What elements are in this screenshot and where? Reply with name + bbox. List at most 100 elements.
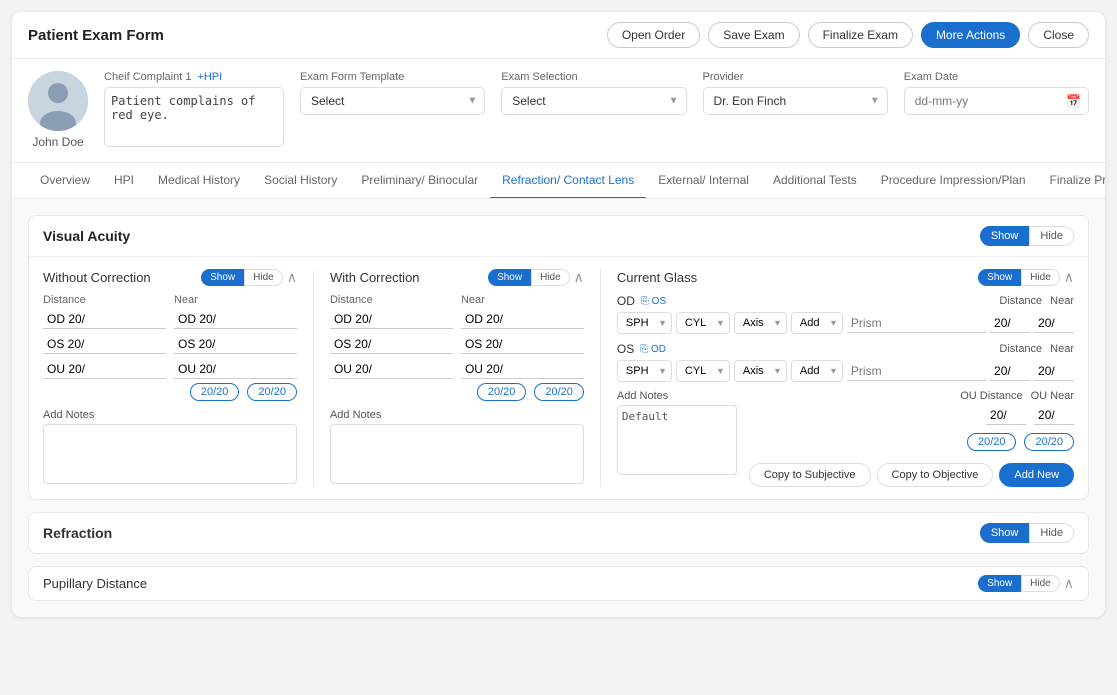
cg-os-near-label: Near	[1050, 343, 1074, 355]
cg-os-near-input[interactable]	[1034, 362, 1074, 381]
od-distance-input[interactable]	[43, 310, 166, 329]
visual-acuity-title: Visual Acuity	[43, 228, 130, 244]
distance-col-label: Distance	[43, 294, 166, 306]
visual-acuity-section: Visual Acuity Show Hide Without Correcti…	[28, 215, 1089, 500]
wc-od-near-input[interactable]	[461, 310, 584, 329]
with-correction-hide-btn[interactable]: Hide	[531, 269, 570, 286]
form-fields: Exam Form Template Select ▼ Exam Selecti…	[300, 71, 1089, 115]
cg-add-notes-label: Add Notes	[617, 390, 737, 402]
tab-social-history[interactable]: Social History	[252, 163, 349, 199]
cg-od-sph-wrapper: SPH ▼	[617, 312, 672, 334]
wc-ou-near-input[interactable]	[461, 360, 584, 379]
complaint-textarea[interactable]: Patient complains of red eye.	[104, 87, 284, 147]
cg-od-cyl-select[interactable]: CYL	[676, 312, 730, 334]
ou-near-input[interactable]	[174, 360, 297, 379]
os-distance-input[interactable]	[43, 335, 166, 354]
cg-ou-near-label: OU Near	[1031, 390, 1074, 402]
visual-acuity-show-btn[interactable]: Show	[980, 226, 1030, 246]
more-actions-button[interactable]: More Actions	[921, 22, 1020, 48]
refraction-hide-btn[interactable]: Hide	[1029, 523, 1074, 543]
refraction-show-btn[interactable]: Show	[980, 523, 1030, 543]
hpi-link[interactable]: +HPI	[197, 71, 222, 83]
cg-collapse-btn[interactable]: ∧	[1064, 269, 1074, 286]
wc-os-near-input[interactable]	[461, 335, 584, 354]
cg-os-distance-input[interactable]	[990, 362, 1030, 381]
wc-ou-distance-input[interactable]	[330, 360, 453, 379]
cg-od-distance-input[interactable]	[990, 314, 1030, 333]
complaint-box: Cheif Complaint 1 +HPI Patient complains…	[104, 71, 284, 150]
cg-od-near-input[interactable]	[1034, 314, 1074, 333]
tab-additional-tests[interactable]: Additional Tests	[761, 163, 869, 199]
open-order-button[interactable]: Open Order	[607, 22, 700, 48]
copy-os-btn[interactable]: ⎘ OD	[640, 344, 666, 355]
tab-overview[interactable]: Overview	[28, 163, 102, 199]
finalize-exam-button[interactable]: Finalize Exam	[808, 22, 913, 48]
tab-hpi[interactable]: HPI	[102, 163, 146, 199]
cg-od-add-select[interactable]: Add	[791, 312, 843, 334]
wc-add-notes-label: Add Notes	[43, 409, 297, 421]
tab-procedure-impression-plan[interactable]: Procedure Impression/Plan	[869, 163, 1038, 199]
cc-notes-textarea[interactable]	[330, 424, 584, 484]
cg-od-distance-label: Distance	[999, 295, 1042, 307]
ou-distance-input[interactable]	[43, 360, 166, 379]
tab-preliminary-binocular[interactable]: Preliminary/ Binocular	[349, 163, 490, 199]
without-correction-show-btn[interactable]: Show	[201, 269, 244, 286]
tab-finalize-prescription[interactable]: Finalize Prescription	[1038, 163, 1105, 199]
copy-to-objective-btn[interactable]: Copy to Objective	[877, 463, 994, 487]
without-correction-hide-btn[interactable]: Hide	[244, 269, 283, 286]
save-exam-button[interactable]: Save Exam	[708, 22, 799, 48]
cg-hide-btn[interactable]: Hide	[1021, 269, 1060, 286]
cg-od-axis-select[interactable]: Axis	[734, 312, 787, 334]
exam-selection-select[interactable]: Select	[501, 87, 686, 115]
visual-acuity-show-hide: Show Hide	[980, 226, 1074, 246]
cg-ou-distance-label: OU Distance	[960, 390, 1022, 402]
without-correction-collapse-btn[interactable]: ∧	[287, 269, 297, 286]
wc-od-distance-input[interactable]	[330, 310, 453, 329]
visual-acuity-hide-btn[interactable]: Hide	[1029, 226, 1074, 246]
tabs-bar: Overview HPI Medical History Social Hist…	[12, 163, 1105, 199]
with-correction-title: With Correction	[330, 270, 420, 285]
cg-ou-near-input[interactable]	[1034, 406, 1074, 425]
cg-ou-distance-input[interactable]	[986, 406, 1026, 425]
tab-refraction-contact-lens[interactable]: Refraction/ Contact Lens	[490, 163, 646, 199]
cg-od-prism-input[interactable]	[847, 314, 986, 333]
without-correction-show-hide: Show Hide	[201, 269, 283, 286]
cg-ou-col: OU Distance OU Near 20/20	[749, 390, 1074, 487]
os-near-input[interactable]	[174, 335, 297, 354]
cg-os-prism-input[interactable]	[847, 362, 986, 381]
provider-label: Provider	[703, 71, 888, 83]
cg-notes-textarea[interactable]: Default	[617, 405, 737, 475]
provider-select[interactable]: Dr. Eon Finch	[703, 87, 888, 115]
cg-os-cyl-select[interactable]: CYL	[676, 360, 730, 382]
tab-external-internal[interactable]: External/ Internal	[646, 163, 761, 199]
cg-os-sph-select[interactable]: SPH	[617, 360, 672, 382]
tab-medical-history[interactable]: Medical History	[146, 163, 252, 199]
with-correction-show-btn[interactable]: Show	[488, 269, 531, 286]
cg-show-btn[interactable]: Show	[978, 269, 1021, 286]
cg-od-row: OD ⎘ OS Distance Near	[617, 294, 1074, 334]
pupillary-hide-btn[interactable]: Hide	[1021, 575, 1060, 592]
pupillary-collapse-btn[interactable]: ∧	[1064, 575, 1074, 592]
cg-od-axis-wrapper: Axis ▼	[734, 312, 787, 334]
wc-badge-1: 20/20	[190, 383, 240, 401]
cc-badge-1: 20/20	[477, 383, 527, 401]
copy-od-btn[interactable]: ⎘ OS	[641, 296, 666, 307]
pupillary-show-btn[interactable]: Show	[978, 575, 1021, 592]
copy-to-subjective-btn[interactable]: Copy to Subjective	[749, 463, 871, 487]
cc-add-notes-label: Add Notes	[330, 409, 584, 421]
close-button[interactable]: Close	[1028, 22, 1089, 48]
wc-os-distance-input[interactable]	[330, 335, 453, 354]
od-near-input[interactable]	[174, 310, 297, 329]
exam-date-input[interactable]	[904, 87, 1089, 115]
cg-od-sph-select[interactable]: SPH	[617, 312, 672, 334]
cg-os-add-select[interactable]: Add	[791, 360, 843, 382]
wc-notes-textarea[interactable]	[43, 424, 297, 484]
cg-notes-col: Add Notes Default	[617, 390, 737, 478]
refraction-header: Refraction Show Hide	[29, 513, 1088, 553]
refraction-title: Refraction	[43, 525, 112, 541]
cg-os-distance-label: Distance	[999, 343, 1042, 355]
add-new-btn[interactable]: Add New	[999, 463, 1074, 487]
exam-form-template-select[interactable]: Select	[300, 87, 485, 115]
with-correction-collapse-btn[interactable]: ∧	[574, 269, 584, 286]
cg-os-axis-select[interactable]: Axis	[734, 360, 787, 382]
